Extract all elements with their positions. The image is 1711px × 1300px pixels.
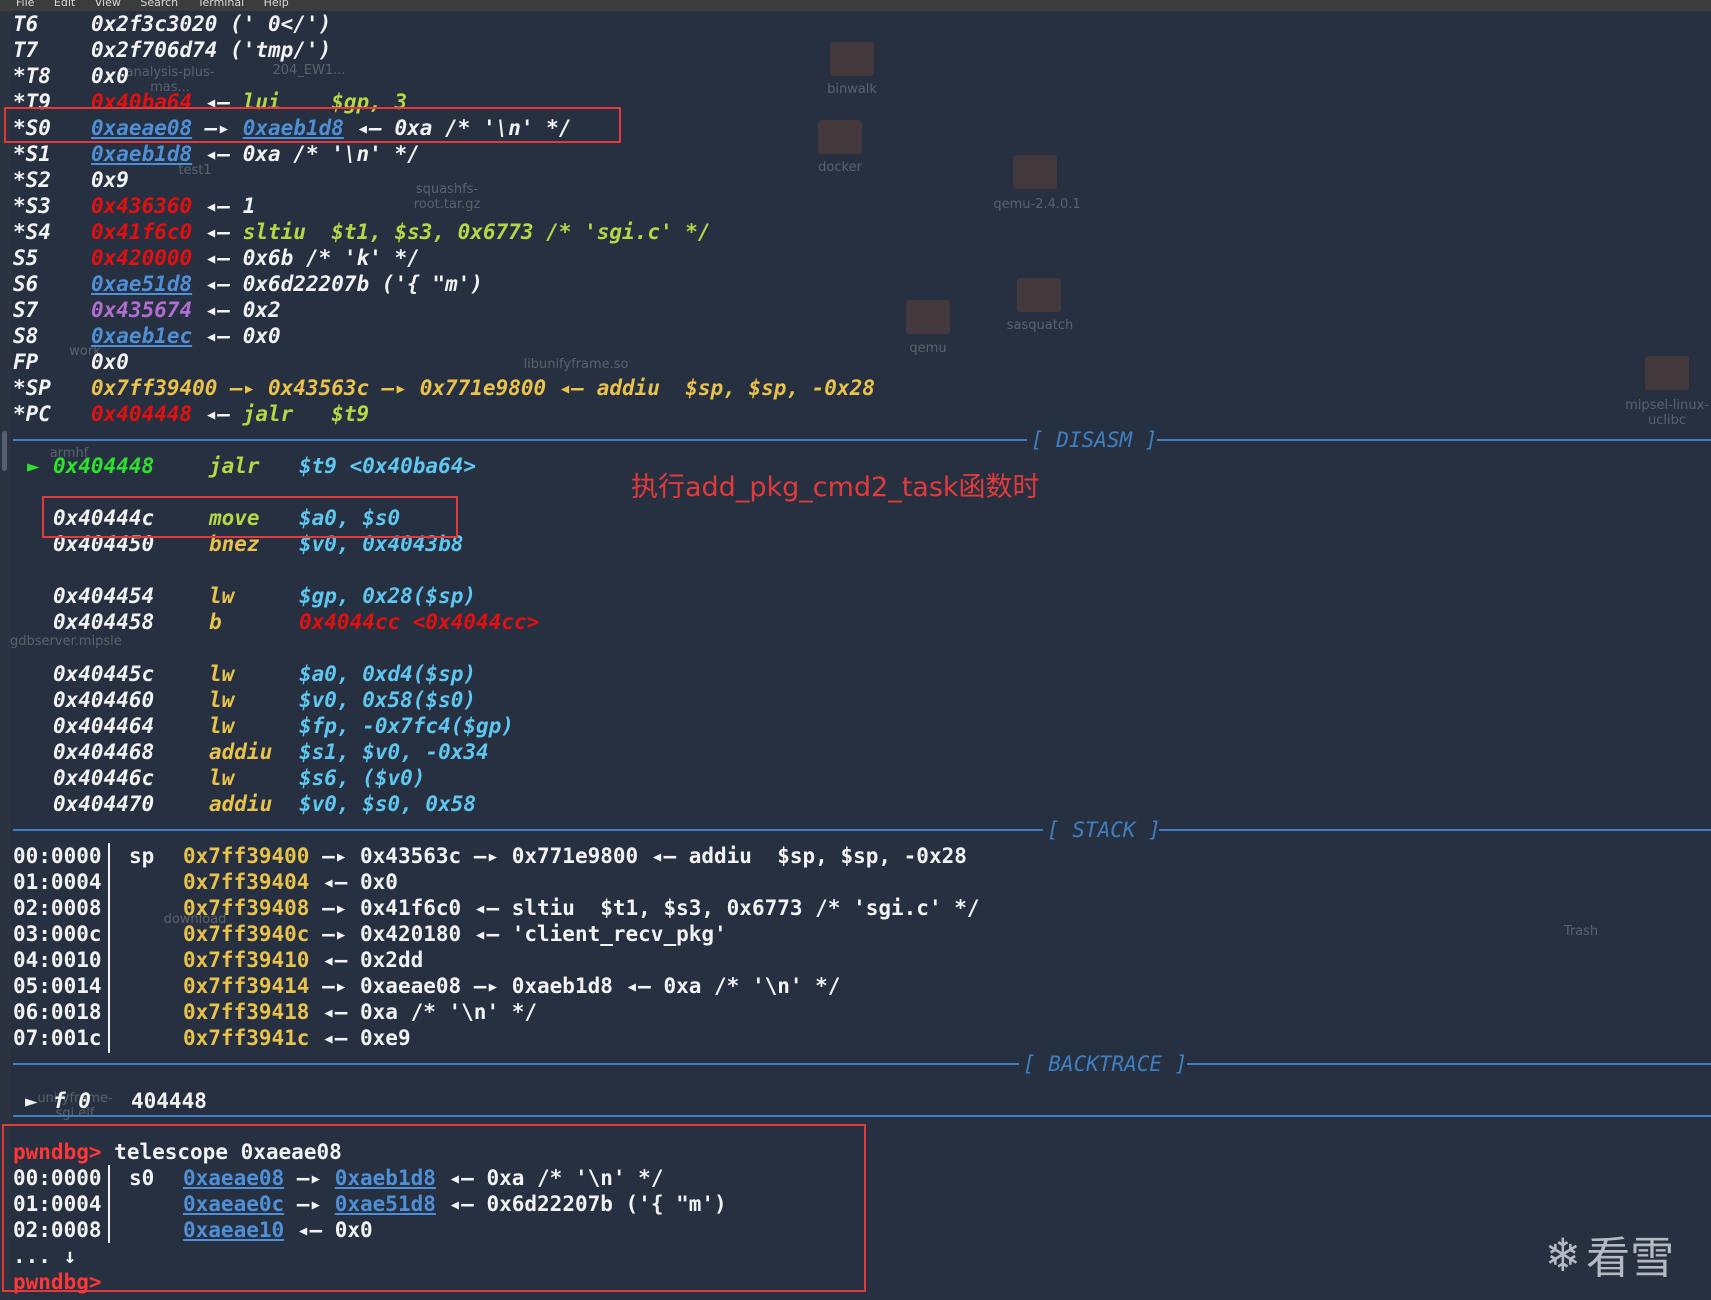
menu-file[interactable]: File bbox=[16, 0, 34, 9]
register-line: S8 0xaeb1ec ◂— 0x0 bbox=[13, 324, 281, 348]
stack-row: 00:0000 sp 0x7ff39400 —▸ 0x43563c —▸ 0x771… bbox=[13, 844, 967, 868]
disasm-line: 0x404470 addiu $v0, $s0, 0x58 bbox=[53, 792, 477, 816]
menu-view[interactable]: View bbox=[95, 0, 121, 9]
backtrace-frame: ► f 0 404448 bbox=[25, 1089, 207, 1113]
watermark-logo: ❄ 看雪 bbox=[1548, 1225, 1675, 1284]
terminal-scrollbar[interactable] bbox=[0, 11, 11, 1300]
disasm-line: 0x40445c lw $a0, 0xd4($sp) bbox=[53, 662, 477, 686]
register-line: *S2 0x9 bbox=[13, 168, 129, 192]
register-line: *S4 0x41f6c0 ◂— sltiu $t1, $s3, 0x6773 /*… bbox=[13, 220, 711, 244]
disasm-line: 0x404460 lw $v0, 0x58($s0) bbox=[53, 688, 477, 712]
menu-search[interactable]: Search bbox=[140, 0, 178, 9]
disasm-line: 0x404464 lw $fp, -0x7fc4($gp) bbox=[53, 714, 514, 738]
stack-row: 07:001c 0x7ff3941c ◂— 0xe9 bbox=[13, 1026, 411, 1050]
stack-row: 04:0010 0x7ff39410 ◂— 0x2dd bbox=[13, 948, 424, 972]
register-line: *T8 0x0 bbox=[13, 64, 129, 88]
register-line: *S3 0x436360 ◂— 1 bbox=[13, 194, 256, 218]
stack-row: 03:000c 0x7ff3940c —▸ 0x420180 ◂— 'client… bbox=[13, 922, 727, 946]
disasm-line: 0x404468 addiu $s1, $v0, -0x34 bbox=[53, 740, 489, 764]
register-line: FP 0x0 bbox=[13, 350, 129, 374]
section-title-disasm: [ DISASM ] bbox=[1031, 428, 1158, 452]
stack-row: 06:0018 0x7ff39418 ◂— 0xa /* '\n' */ bbox=[13, 1000, 538, 1024]
disasm-line: 0x404458 b 0x4044cc <0x4044cc> bbox=[53, 610, 540, 634]
disasm-current-line: ► 0x404448 jalr $t9 <0x40ba64> bbox=[27, 454, 477, 478]
terminal-output: T6 0x2f3c3020 (' 0</') T7 0x2f706d74 ('tmp… bbox=[13, 11, 1711, 1300]
section-title-stack: [ STACK ] bbox=[1047, 818, 1161, 842]
section-title-backtrace: [ BACKTRACE ] bbox=[1023, 1052, 1188, 1076]
register-line: *PC 0x404448 ◂— jalr $t9 bbox=[13, 402, 370, 426]
register-line: T7 0x2f706d74 ('tmp/') bbox=[13, 38, 332, 62]
stack-row: 02:0008 0x7ff39408 —▸ 0x41f6c0 ◂— sltiu $… bbox=[13, 896, 980, 920]
disasm-line: 0x40446c lw $s6, ($v0) bbox=[53, 766, 426, 790]
annotation-text: 执行add_pkg_cmd2_task函数时 bbox=[631, 472, 1040, 503]
section-separator bbox=[1187, 1063, 1711, 1065]
stack-row: 05:0014 0x7ff39414 —▸ 0xaeae08 —▸ 0xaeb1d… bbox=[13, 974, 841, 998]
menu-terminal[interactable]: Terminal bbox=[198, 0, 245, 9]
highlight-box-telescope bbox=[2, 1124, 866, 1292]
section-separator bbox=[13, 1063, 1019, 1065]
highlight-box-s0 bbox=[4, 107, 621, 143]
section-separator bbox=[13, 829, 1043, 831]
register-line: T6 0x2f3c3020 (' 0</') bbox=[13, 12, 332, 36]
menu-edit[interactable]: Edit bbox=[54, 0, 75, 9]
disasm-line: 0x404454 lw $gp, 0x28($sp) bbox=[53, 584, 477, 608]
section-separator bbox=[1159, 829, 1711, 831]
highlight-box-move bbox=[42, 496, 458, 538]
section-separator bbox=[1157, 439, 1711, 441]
section-separator bbox=[13, 1115, 1711, 1117]
menu-bar: File Edit View Search Terminal Help bbox=[0, 0, 1711, 11]
register-line: *S1 0xaeb1d8 ◂— 0xa /* '\n' */ bbox=[13, 142, 420, 166]
register-line: S6 0xae51d8 ◂— 0x6d22207b ('{ "m') bbox=[13, 272, 483, 296]
section-separator bbox=[13, 439, 1027, 441]
register-line: *SP 0x7ff39400 —▸ 0x43563c —▸ 0x771e9800 … bbox=[13, 376, 875, 400]
stack-row: 01:0004 0x7ff39404 ◂— 0x0 bbox=[13, 870, 398, 894]
menu-help[interactable]: Help bbox=[264, 0, 289, 9]
snowflake-icon: ❄ bbox=[1548, 1225, 1579, 1283]
scrollbar-thumb[interactable] bbox=[2, 431, 7, 471]
register-line: S5 0x420000 ◂— 0x6b /* 'k' */ bbox=[13, 246, 420, 270]
register-line: S7 0x435674 ◂— 0x2 bbox=[13, 298, 281, 322]
